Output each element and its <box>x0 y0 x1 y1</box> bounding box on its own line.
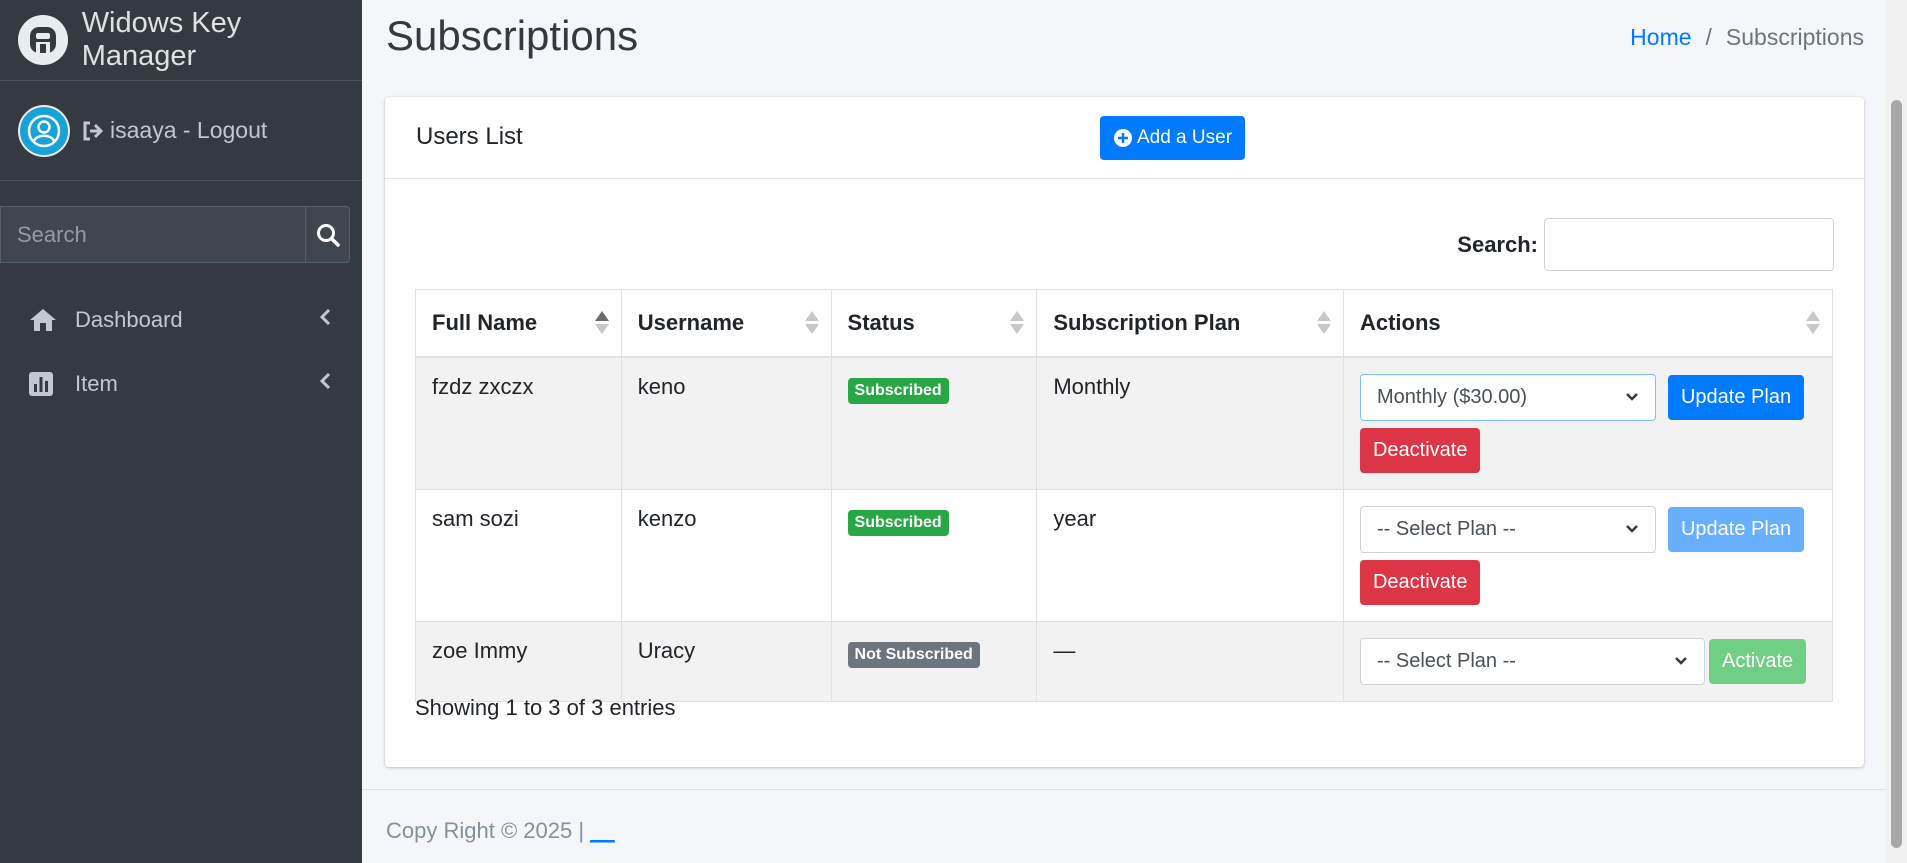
table-row: zoe Immy Uracy Not Subscribed — -- Selec… <box>415 620 1834 702</box>
sidebar: Widows Key Manager isaaya - Logout Dashb… <box>0 0 362 863</box>
column-label: Full Name <box>432 309 538 335</box>
table-search-input[interactable] <box>1544 218 1834 271</box>
sidebar-search-input[interactable] <box>0 206 305 263</box>
page-scrollbar[interactable] <box>1886 0 1907 863</box>
sign-out-icon <box>83 121 104 140</box>
column-header-subscription-plan[interactable]: Subscription Plan <box>1036 289 1344 358</box>
cell-username: kenzo <box>620 488 832 622</box>
cell-full-name: fzdz zxczx <box>415 356 622 490</box>
cell-username: keno <box>620 356 832 490</box>
home-icon <box>28 307 60 333</box>
sidebar-item-label: Dashboard <box>75 307 183 332</box>
add-user-button[interactable]: Add a User <box>1100 116 1245 160</box>
status-badge: Not Subscribed <box>847 641 980 668</box>
cell-plan: Monthly <box>1036 356 1344 490</box>
table-search: Search: <box>1457 218 1834 271</box>
table-row: fzdz zxczx keno Subscribed Monthly Month… <box>415 356 1834 490</box>
cell-status: Not Subscribed <box>830 620 1038 702</box>
search-icon <box>316 223 340 247</box>
card-title: Users List <box>416 123 523 150</box>
users-card: Users List Add a User Search: Full Name … <box>385 97 1864 767</box>
sidebar-item-item[interactable]: Item <box>0 352 362 416</box>
sidebar-search-button[interactable] <box>305 206 350 263</box>
breadcrumb-current: Subscriptions <box>1725 24 1864 50</box>
deactivate-button[interactable]: Deactivate <box>1359 559 1481 605</box>
plan-select[interactable]: Monthly ($30.00) <box>1359 373 1656 421</box>
table-header-row: Full Name Username Status Subscription P… <box>415 289 1834 358</box>
chevron-left-icon <box>318 371 332 397</box>
breadcrumb-home-link[interactable]: Home <box>1630 24 1691 51</box>
chevron-down-icon <box>1626 525 1638 533</box>
update-plan-button[interactable]: Update Plan <box>1667 374 1805 420</box>
plan-select[interactable]: -- Select Plan -- <box>1359 505 1656 553</box>
cell-full-name: sam sozi <box>415 488 622 622</box>
plus-circle-icon <box>1113 129 1132 147</box>
chevron-left-icon <box>318 307 332 333</box>
sort-icon <box>1316 311 1331 334</box>
brand-logo-icon <box>18 15 68 65</box>
sort-icon <box>1010 311 1025 334</box>
cell-status: Subscribed <box>830 488 1038 622</box>
user-panel: isaaya - Logout <box>0 81 362 181</box>
column-header-username[interactable]: Username <box>620 289 832 358</box>
footer: Copy Right © 2025 | __ <box>362 789 1886 863</box>
cell-actions: -- Select Plan -- Activate <box>1342 620 1834 702</box>
breadcrumb: Home / Subscriptions <box>1630 24 1864 51</box>
logout-link[interactable]: isaaya - Logout <box>82 117 267 144</box>
status-badge: Subscribed <box>847 377 949 404</box>
plan-select-value: -- Select Plan -- <box>1376 649 1516 672</box>
user-avatar-icon <box>18 104 70 157</box>
deactivate-button[interactable]: Deactivate <box>1359 427 1481 473</box>
column-label: Actions <box>1359 309 1441 335</box>
table-row: sam sozi kenzo Subscribed year -- Select… <box>415 488 1834 622</box>
column-label: Status <box>847 309 915 335</box>
copyright-text: Copy Right © 2025 | <box>386 818 585 843</box>
column-header-full-name[interactable]: Full Name <box>415 289 622 358</box>
update-plan-button[interactable]: Update Plan <box>1667 506 1805 552</box>
column-header-status[interactable]: Status <box>830 289 1038 358</box>
sidebar-item-dashboard[interactable]: Dashboard <box>0 288 362 352</box>
footer-link[interactable]: __ <box>590 818 614 843</box>
users-table: Full Name Username Status Subscription P… <box>415 289 1834 702</box>
cell-actions: -- Select Plan -- Update Plan Deactivate <box>1342 488 1834 622</box>
breadcrumb-separator: / <box>1705 24 1712 50</box>
card-header: Users List Add a User <box>385 97 1864 179</box>
cell-actions: Monthly ($30.00) Update Plan Deactivate <box>1342 356 1834 490</box>
brand-title: Widows Key Manager <box>81 7 242 72</box>
add-user-label: Add a User <box>1136 127 1233 148</box>
activate-button[interactable]: Activate <box>1708 638 1807 684</box>
footer-text: Copy Right © 2025 | __ <box>386 818 615 844</box>
column-header-actions[interactable]: Actions <box>1342 289 1834 358</box>
plan-select-value: -- Select Plan -- <box>1376 517 1516 540</box>
plan-select-value: Monthly ($30.00) <box>1376 385 1528 408</box>
sort-icon <box>804 311 819 334</box>
chevron-down-icon <box>1675 657 1687 665</box>
cell-plan: — <box>1036 620 1344 702</box>
sort-icon <box>1806 311 1820 334</box>
column-label: Subscription Plan <box>1053 309 1241 335</box>
page-title: Subscriptions <box>386 12 639 59</box>
scrollbar-thumb[interactable] <box>1891 100 1902 848</box>
cell-plan: year <box>1036 488 1344 622</box>
logout-label: isaaya - Logout <box>110 117 268 143</box>
table-info: Showing 1 to 3 of 3 entries <box>415 695 676 720</box>
main-content: Subscriptions Home / Subscriptions Users… <box>362 0 1886 863</box>
status-badge: Subscribed <box>847 509 949 536</box>
cell-status: Subscribed <box>830 356 1038 490</box>
cell-username: Uracy <box>620 620 832 702</box>
cell-full-name: zoe Immy <box>415 620 622 702</box>
sidebar-item-label: Item <box>75 371 118 396</box>
sort-asc-icon <box>594 311 609 334</box>
table-search-label: Search: <box>1457 231 1538 257</box>
chevron-down-icon <box>1626 393 1638 401</box>
sidebar-search <box>0 206 350 263</box>
plan-select[interactable]: -- Select Plan -- <box>1359 637 1705 685</box>
chart-icon <box>28 371 60 397</box>
column-label: Username <box>637 309 745 335</box>
brand-link[interactable]: Widows Key Manager <box>0 0 362 81</box>
